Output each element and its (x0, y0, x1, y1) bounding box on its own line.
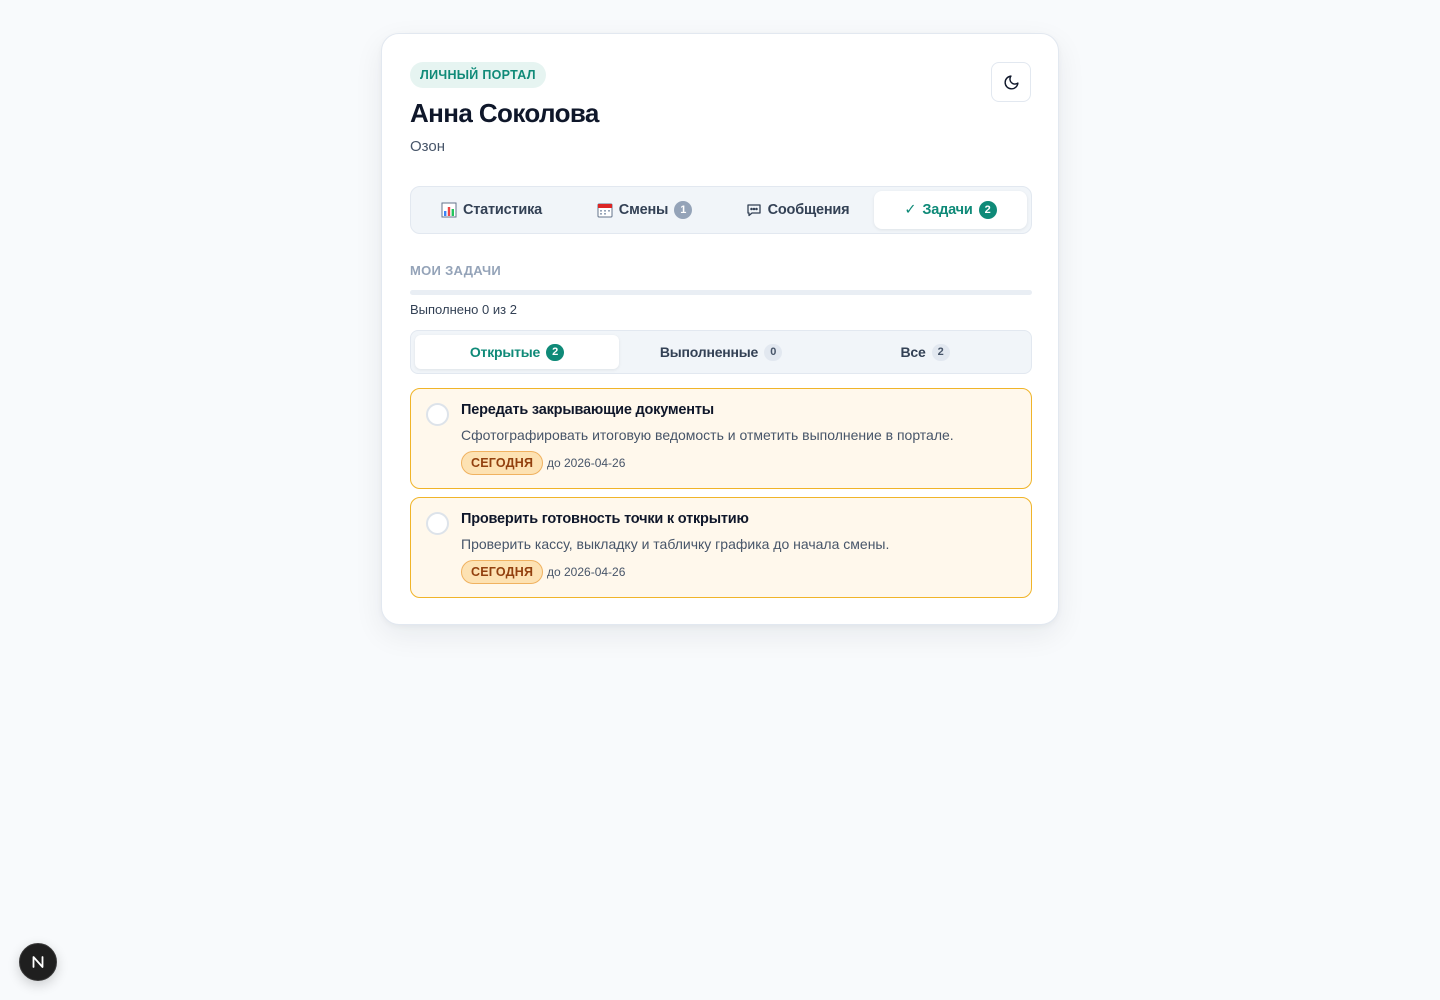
filter-all[interactable]: Все 2 (823, 335, 1027, 369)
next-logo-icon (32, 956, 44, 968)
due-today-badge: СЕГОДНЯ (461, 451, 544, 475)
message-icon (746, 202, 762, 218)
task-due-date: до 2026-04-26 (547, 456, 626, 470)
shifts-count-badge: 1 (674, 201, 693, 219)
portal-card: ЛИЧНЫЙ ПОРТАЛ Анна Соколова Озон Статист… (381, 33, 1059, 625)
tab-messages[interactable]: Сообщения (721, 191, 874, 229)
tab-shifts-label: Смены (618, 202, 669, 218)
moon-icon (1004, 74, 1019, 89)
task-due-date: до 2026-04-26 (547, 565, 626, 579)
section-title: МОИ ЗАДАЧИ (410, 263, 502, 278)
portal-badge: ЛИЧНЫЙ ПОРТАЛ (410, 62, 546, 88)
filter-all-label: Все (900, 344, 926, 360)
progress-bar (410, 290, 1032, 295)
filter-done[interactable]: Выполненные 0 (619, 335, 823, 369)
company-name: Озон (410, 138, 446, 155)
progress-text: Выполнено 0 из 2 (410, 302, 517, 317)
task-complete-checkbox[interactable] (426, 403, 449, 426)
user-name: Анна Соколова (410, 98, 599, 128)
task-item: Проверить готовность точки к открытию Пр… (410, 497, 1032, 598)
tab-shifts[interactable]: Смены 1 (568, 191, 721, 229)
filter-all-count: 2 (931, 343, 950, 361)
filter-open[interactable]: Открытые 2 (415, 335, 619, 369)
filter-open-label: Открытые (469, 344, 541, 360)
task-description: Сфотографировать итоговую ведомость и от… (461, 427, 954, 443)
calendar-icon (597, 202, 613, 218)
due-today-badge: СЕГОДНЯ (461, 560, 544, 584)
chart-icon (441, 202, 457, 218)
tab-tasks-label: Задачи (922, 202, 973, 218)
theme-toggle-button[interactable] (991, 62, 1031, 102)
tab-statistics-label: Статистика (462, 202, 543, 218)
task-title: Проверить готовность точки к открытию (461, 511, 749, 527)
filter-done-label: Выполненные (659, 344, 759, 360)
dev-tools-button[interactable] (19, 943, 57, 981)
filter-done-count: 0 (764, 343, 783, 361)
task-description: Проверить кассу, выкладку и табличку гра… (461, 536, 890, 552)
task-complete-checkbox[interactable] (426, 512, 449, 535)
tab-tasks[interactable]: ✓ Задачи 2 (874, 191, 1027, 229)
tab-statistics[interactable]: Статистика (415, 191, 568, 229)
task-filter-tabs: Открытые 2 Выполненные 0 Все 2 (410, 330, 1032, 374)
task-item: Передать закрывающие документы Сфотограф… (410, 388, 1032, 489)
tab-messages-label: Сообщения (767, 202, 850, 218)
task-title: Передать закрывающие документы (461, 402, 714, 418)
main-tabs: Статистика Смены 1 Сообщения ✓ Задачи 2 (410, 186, 1032, 234)
tasks-count-badge: 2 (978, 201, 997, 219)
check-icon: ✓ (904, 202, 917, 218)
filter-open-count: 2 (546, 343, 565, 361)
